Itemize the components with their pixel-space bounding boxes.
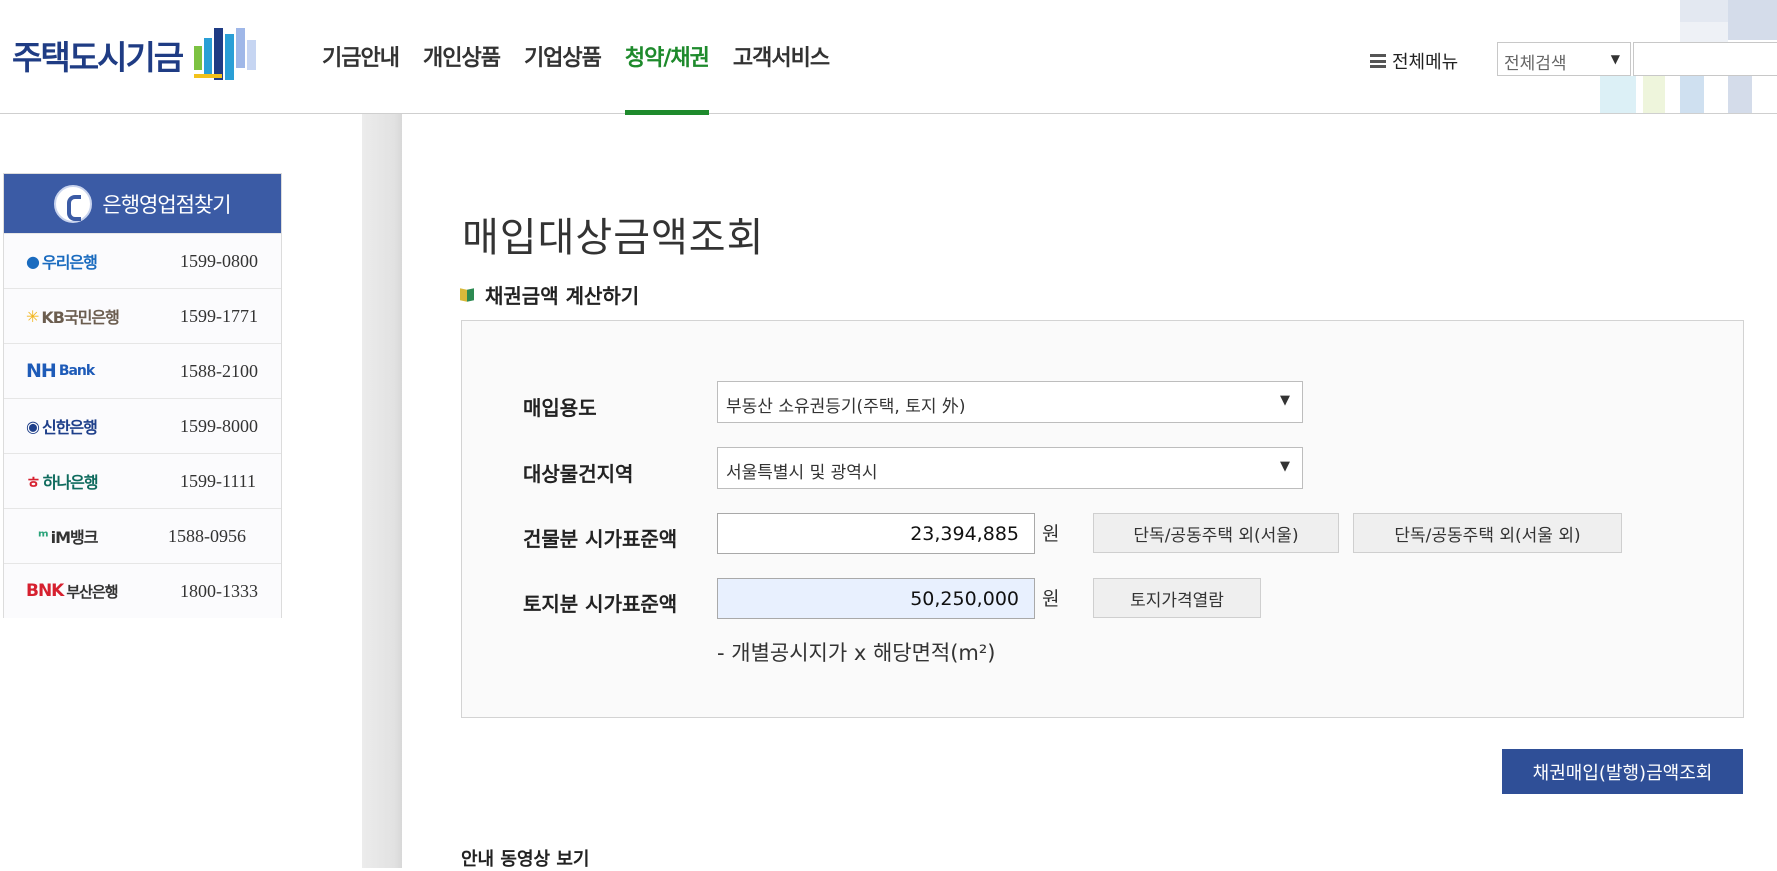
- bank-branch-finder: 은행영업점찾기 ● 우리은행 1599-0800 ✳ KB국민은행 1599-1…: [3, 173, 282, 618]
- region-selected-value: 서울특별시 및 광역시: [726, 463, 878, 483]
- bank-row-hana[interactable]: ㅎ 하나은행 1599-1111: [4, 453, 281, 508]
- bank-row-shinhan[interactable]: ◉ 신한은행 1599-8000: [4, 398, 281, 453]
- bank-finder-title: 은행영업점찾기: [102, 192, 231, 217]
- logo-text: 주택도시기금: [12, 38, 184, 77]
- guide-video-title[interactable]: 안내 동영상 보기: [461, 845, 589, 871]
- site-header: 주택도시기금 기금안내 개인상품 기업상품 청약/채권 고객서비스 전체메뉴 전…: [0, 0, 1777, 115]
- shinhan-bank-logo: ◉ 신한은행: [4, 414, 156, 438]
- search-scope-select[interactable]: 전체검색 ▼: [1497, 42, 1631, 76]
- shinhan-mark-icon: ◉: [26, 416, 40, 436]
- im-mark-icon: ᵐ: [38, 526, 49, 546]
- woori-mark-icon: ●: [26, 251, 40, 271]
- bank-row-im[interactable]: ᵐ iM뱅크 1588-0956: [4, 508, 281, 563]
- nav-item-personal-products[interactable]: 개인상품: [423, 0, 501, 114]
- bank-name: KB국민은행: [41, 308, 119, 327]
- bank-name: 신한은행: [41, 418, 98, 437]
- section-title: 채권금액 계산하기: [460, 280, 639, 309]
- bank-phone: 1599-1111: [180, 470, 256, 491]
- bank-phone: 1599-0800: [180, 250, 258, 271]
- bank-row-nh[interactable]: NH Bank 1588-2100: [4, 343, 281, 398]
- logo-mark-icon: [192, 24, 258, 86]
- chevron-down-icon: ▼: [1280, 459, 1290, 474]
- chevron-down-icon: ▼: [1610, 52, 1620, 66]
- search-scope-value: 전체검색: [1504, 54, 1567, 74]
- bank-name: Bank: [58, 363, 95, 379]
- nh-mark-icon: NH: [26, 360, 57, 382]
- bank-phone: 1800-1333: [180, 580, 258, 601]
- section-title-text: 채권금액 계산하기: [485, 284, 640, 308]
- land-price-label: 토지분 시가표준액: [523, 592, 678, 616]
- nh-bank-logo: NH Bank: [4, 360, 156, 382]
- nav-item-fund-info[interactable]: 기금안내: [322, 0, 400, 114]
- all-menu-button[interactable]: 전체메뉴: [1370, 48, 1458, 74]
- region-label: 대상물건지역: [523, 462, 634, 486]
- woori-bank-logo: ● 우리은행: [4, 249, 156, 273]
- bank-phone: 1599-1771: [180, 305, 258, 326]
- land-price-input[interactable]: 50,250,000: [717, 578, 1035, 619]
- land-price-lookup-button[interactable]: 토지가격열람: [1093, 578, 1261, 618]
- im-bank-logo: ᵐ iM뱅크: [4, 524, 156, 548]
- page-title: 매입대상금액조회: [462, 215, 765, 261]
- hana-mark-icon: ㅎ: [26, 473, 41, 492]
- bank-name: iM뱅크: [50, 528, 99, 547]
- nav-item-customer-service[interactable]: 고객서비스: [733, 0, 830, 114]
- purpose-selected-value: 부동산 소유권등기(주택, 토지 外): [726, 397, 966, 417]
- purpose-select[interactable]: 부동산 소유권등기(주택, 토지 外) ▼: [717, 381, 1303, 423]
- bank-name: 하나은행: [42, 473, 99, 492]
- bank-phone: 1599-8000: [180, 415, 258, 436]
- building-price-label: 건물분 시가표준액: [523, 527, 678, 551]
- bnk-mark-icon: BNK: [26, 581, 64, 601]
- bank-name: 부산은행: [66, 582, 118, 601]
- bank-name: 우리은행: [41, 253, 98, 272]
- bank-row-busan[interactable]: BNK 부산은행 1800-1333: [4, 563, 281, 618]
- region-select[interactable]: 서울특별시 및 광역시 ▼: [717, 447, 1303, 489]
- busan-bank-logo: BNK 부산은행: [4, 581, 156, 602]
- hana-bank-logo: ㅎ 하나은행: [4, 469, 156, 493]
- house-price-seoul-button[interactable]: 단독/공동주택 외(서울): [1093, 513, 1339, 553]
- search-input[interactable]: [1633, 42, 1777, 76]
- land-price-formula-note: - 개별공시지가 x 해당면적(m²): [717, 641, 996, 665]
- site-logo[interactable]: 주택도시기금: [12, 24, 258, 86]
- nav-item-subscription-bonds[interactable]: 청약/채권: [624, 0, 710, 115]
- content-divider-band: [362, 114, 402, 868]
- nav-item-corporate-products[interactable]: 기업상품: [524, 0, 602, 114]
- main-nav: 기금안내 개인상품 기업상품 청약/채권 고객서비스: [322, 0, 853, 115]
- house-price-outside-seoul-button[interactable]: 단독/공동주택 외(서울 외): [1353, 513, 1622, 553]
- bank-row-kb[interactable]: ✳ KB국민은행 1599-1771: [4, 288, 281, 343]
- bond-amount-lookup-button[interactable]: 채권매입(발행)금액조회: [1502, 749, 1743, 794]
- bank-finder-header[interactable]: 은행영업점찾기: [4, 174, 281, 233]
- bank-row-woori[interactable]: ● 우리은행 1599-0800: [4, 233, 281, 288]
- all-menu-label: 전체메뉴: [1392, 52, 1459, 73]
- purpose-label: 매입용도: [523, 396, 597, 420]
- land-unit: 원: [1042, 588, 1060, 610]
- building-price-input[interactable]: 23,394,885: [717, 513, 1035, 554]
- kb-bank-logo: ✳ KB국민은행: [4, 304, 156, 328]
- bank-phone: 1588-2100: [180, 360, 258, 381]
- kb-star-icon: ✳: [26, 306, 39, 326]
- hamburger-icon: [1370, 54, 1386, 68]
- phone-icon: [54, 184, 93, 223]
- building-unit: 원: [1042, 523, 1060, 545]
- bond-calculator-form: 매입용도 부동산 소유권등기(주택, 토지 外) ▼ 대상물건지역 서울특별시 …: [461, 320, 1744, 718]
- book-icon: [460, 288, 474, 302]
- chevron-down-icon: ▼: [1280, 393, 1290, 408]
- bank-phone: 1588-0956: [168, 525, 246, 546]
